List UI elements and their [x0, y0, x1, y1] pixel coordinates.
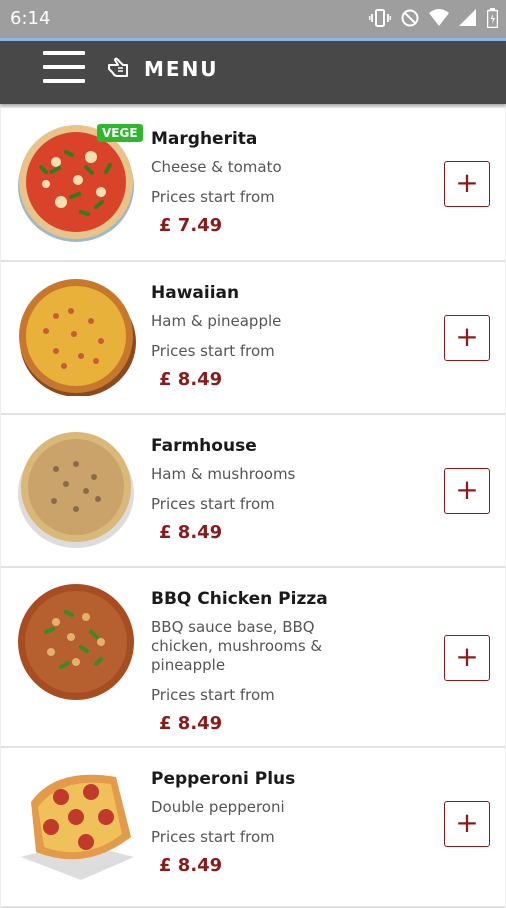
item-name: Margherita: [151, 129, 258, 149]
item-price: £ 8.49: [159, 713, 223, 734]
prices-label: Prices start from: [151, 342, 275, 360]
item-description-line: pineapple: [151, 656, 226, 674]
item-description-line: chicken, mushrooms &: [151, 637, 323, 655]
item-info: Pepperoni Plus Double pepperoni Prices s…: [151, 768, 381, 876]
battery-icon: [487, 8, 498, 28]
farmhouse-image: [18, 432, 134, 548]
hamburger-menu-icon[interactable]: [43, 51, 85, 85]
item-name: Hawaiian: [151, 283, 240, 303]
app-title: MENU: [144, 57, 219, 81]
item-price: £ 7.49: [159, 215, 223, 236]
add-to-cart-button[interactable]: +: [444, 468, 490, 514]
prices-label: Prices start from: [151, 828, 275, 846]
app-bar: MENU: [0, 41, 506, 104]
menu-list: VEGE Margherita Cheese & tomato Prices s…: [0, 108, 506, 908]
item-name: Pepperoni Plus: [151, 769, 296, 789]
prices-label: Prices start from: [151, 686, 275, 704]
item-description-line: BBQ sauce base, BBQ: [151, 618, 315, 636]
item-name: BBQ Chicken Pizza: [151, 589, 328, 609]
hawaiian-image: [19, 279, 136, 396]
item-info: Farmhouse Ham & mushrooms Prices start f…: [151, 435, 381, 543]
add-to-cart-button[interactable]: +: [444, 161, 490, 207]
prices-label: Prices start from: [151, 495, 275, 513]
item-description: BBQ sauce base, BBQ chicken, mushrooms &…: [151, 618, 381, 675]
item-price: £ 8.49: [159, 522, 223, 543]
item-price: £ 8.49: [159, 855, 223, 876]
signal-icon: [459, 9, 476, 26]
add-to-cart-button[interactable]: +: [444, 635, 490, 681]
item-description: Double pepperoni: [151, 798, 285, 816]
no-sim-icon: [401, 9, 419, 27]
item-price: £ 8.49: [159, 369, 223, 390]
menu-item[interactable]: Pepperoni Plus Double pepperoni Prices s…: [1, 748, 505, 908]
hand-icon: [108, 57, 128, 77]
item-info: BBQ Chicken Pizza BBQ sauce base, BBQ ch…: [151, 588, 381, 734]
status-icons: [369, 8, 498, 28]
menu-item[interactable]: BBQ Chicken Pizza BBQ sauce base, BBQ ch…: [1, 568, 505, 748]
item-description: Cheese & tomato: [151, 158, 282, 176]
status-time: 6:14: [10, 8, 51, 29]
item-description: Ham & pineapple: [151, 312, 282, 330]
bbq-chicken-pizza-image: [18, 584, 134, 700]
pepperoni-plus-image: [21, 774, 134, 880]
item-description: Ham & mushrooms: [151, 465, 296, 483]
menu-item[interactable]: VEGE Margherita Cheese & tomato Prices s…: [1, 108, 505, 262]
add-to-cart-button[interactable]: +: [444, 801, 490, 847]
menu-item[interactable]: Farmhouse Ham & mushrooms Prices start f…: [1, 415, 505, 568]
item-info: Margherita Cheese & tomato Prices start …: [151, 128, 381, 236]
item-name: Farmhouse: [151, 436, 257, 456]
menu-item[interactable]: Hawaiian Ham & pineapple Prices start fr…: [1, 262, 505, 415]
item-info: Hawaiian Ham & pineapple Prices start fr…: [151, 282, 381, 390]
prices-label: Prices start from: [151, 188, 275, 206]
status-bar: 6:14: [0, 0, 506, 38]
add-to-cart-button[interactable]: +: [444, 315, 490, 361]
vege-badge: VEGE: [97, 124, 143, 142]
wifi-icon: [429, 9, 449, 26]
vibrate-icon: [369, 9, 391, 27]
